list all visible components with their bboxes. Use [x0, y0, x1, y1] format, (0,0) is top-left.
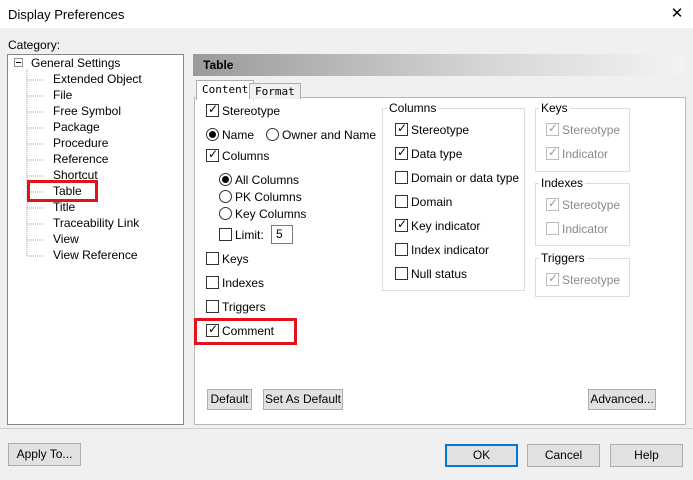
- col-key-indicator-checkbox[interactable]: ✓: [395, 217, 408, 232]
- col-null-status-checkbox[interactable]: [395, 267, 408, 280]
- col-stereotype-checkbox[interactable]: ✓: [395, 121, 408, 136]
- pk-columns-label: PK Columns: [235, 190, 302, 204]
- triggers-stereotype-label: Stereotype: [562, 273, 621, 287]
- indexes-indicator-label: Indicator: [562, 222, 609, 236]
- category-label: Category:: [8, 38, 61, 52]
- check-icon: ✓: [208, 147, 219, 161]
- triggers-stereotype-checkbox[interactable]: ✓: [546, 271, 559, 286]
- indexes-stereotype-label: Stereotype: [562, 198, 621, 212]
- indexes-checkbox[interactable]: [206, 276, 219, 289]
- triggers-group-title: Triggers: [539, 251, 587, 265]
- col-domain-checkbox[interactable]: [395, 195, 408, 208]
- default-button[interactable]: Default: [207, 389, 252, 410]
- panel-title: Table: [203, 58, 234, 72]
- indexes-group-title: Indexes: [539, 176, 586, 190]
- stereotype-checkbox[interactable]: ✓: [206, 102, 219, 117]
- tree-item-file[interactable]: File: [53, 88, 72, 102]
- stereotype-label: Stereotype: [222, 104, 281, 118]
- check-icon: ✓: [548, 196, 559, 210]
- keys-group-title: Keys: [539, 101, 570, 115]
- indexes-indicator-checkbox[interactable]: [546, 222, 559, 235]
- window-title: Display Preferences: [8, 7, 125, 22]
- tree-item-title[interactable]: Title: [53, 200, 75, 214]
- col-key-indicator-label: Key indicator: [411, 219, 481, 233]
- col-index-indicator-label: Index indicator: [411, 243, 490, 257]
- keys-indicator-checkbox[interactable]: ✓: [546, 145, 559, 160]
- col-index-indicator-checkbox[interactable]: [395, 243, 408, 256]
- keys-checkbox[interactable]: [206, 252, 219, 265]
- check-icon: ✓: [208, 102, 219, 116]
- all-columns-radio[interactable]: [219, 173, 232, 186]
- keys-stereotype-checkbox[interactable]: ✓: [546, 121, 559, 136]
- indexes-stereotype-checkbox[interactable]: ✓: [546, 196, 559, 211]
- category-tree[interactable]: General Settings Extended Object File Fr…: [7, 54, 184, 425]
- collapse-icon[interactable]: [14, 58, 23, 67]
- set-as-default-button[interactable]: Set As Default: [263, 389, 343, 410]
- check-icon: ✓: [397, 145, 408, 159]
- limit-checkbox[interactable]: [219, 228, 232, 241]
- owner-and-name-radio[interactable]: [266, 128, 279, 141]
- triggers-label: Triggers: [222, 300, 266, 314]
- check-icon: ✓: [397, 217, 408, 231]
- col-domain-or-data-type-checkbox[interactable]: [395, 171, 408, 184]
- indexes-label: Indexes: [222, 276, 265, 290]
- tree-item-general-settings[interactable]: General Settings: [31, 56, 120, 70]
- keys-stereotype-label: Stereotype: [562, 123, 621, 137]
- tree-item-procedure[interactable]: Procedure: [53, 136, 108, 150]
- owner-and-name-label: Owner and Name: [282, 128, 377, 142]
- pk-columns-radio[interactable]: [219, 190, 232, 203]
- footer-divider: [0, 428, 693, 429]
- limit-input[interactable]: 5: [271, 225, 293, 244]
- ok-button[interactable]: OK: [445, 444, 518, 467]
- name-radio[interactable]: [206, 128, 219, 141]
- highlight-comment: [194, 318, 297, 345]
- col-null-status-label: Null status: [411, 267, 468, 281]
- all-columns-label: All Columns: [235, 173, 300, 187]
- limit-label: Limit:: [235, 228, 264, 242]
- col-data-type-checkbox[interactable]: ✓: [395, 145, 408, 160]
- tab-format[interactable]: Format: [249, 83, 301, 99]
- tab-content[interactable]: Content: [196, 80, 255, 100]
- check-icon: ✓: [548, 145, 559, 159]
- close-icon[interactable]: ✕: [662, 0, 692, 28]
- tree-item-view[interactable]: View: [53, 232, 79, 246]
- tree-item-view-reference[interactable]: View Reference: [53, 248, 138, 262]
- tree-item-extended-object[interactable]: Extended Object: [53, 72, 142, 86]
- triggers-checkbox[interactable]: [206, 300, 219, 313]
- col-domain-label: Domain: [411, 195, 453, 209]
- check-icon: ✓: [548, 121, 559, 135]
- panel-header: Table: [193, 54, 683, 76]
- tree-item-package[interactable]: Package: [53, 120, 100, 134]
- col-data-type-label: Data type: [411, 147, 463, 161]
- columns-checkbox[interactable]: ✓: [206, 147, 219, 162]
- tree-item-free-symbol[interactable]: Free Symbol: [53, 104, 121, 118]
- check-icon: ✓: [397, 121, 408, 135]
- key-columns-radio[interactable]: [219, 207, 232, 220]
- keys-indicator-label: Indicator: [562, 147, 609, 161]
- cancel-button[interactable]: Cancel: [527, 444, 600, 467]
- keys-label: Keys: [222, 252, 249, 266]
- apply-to-button[interactable]: Apply To...: [8, 443, 81, 466]
- indexes-group: [535, 183, 630, 246]
- name-radio-label: Name: [222, 128, 255, 142]
- tree-item-traceability-link[interactable]: Traceability Link: [53, 216, 139, 230]
- advanced-button[interactable]: Advanced...: [588, 389, 656, 410]
- tree-item-reference[interactable]: Reference: [53, 152, 108, 166]
- col-stereotype-label: Stereotype: [411, 123, 470, 137]
- highlight-table-item: [27, 180, 98, 202]
- check-icon: ✓: [548, 271, 559, 285]
- help-button[interactable]: Help: [610, 444, 683, 467]
- keys-group: [535, 108, 630, 172]
- columns-group-title: Columns: [387, 101, 439, 115]
- columns-label: Columns: [222, 149, 270, 163]
- col-domain-or-data-type-label: Domain or data type: [411, 171, 520, 185]
- key-columns-label: Key Columns: [235, 207, 307, 221]
